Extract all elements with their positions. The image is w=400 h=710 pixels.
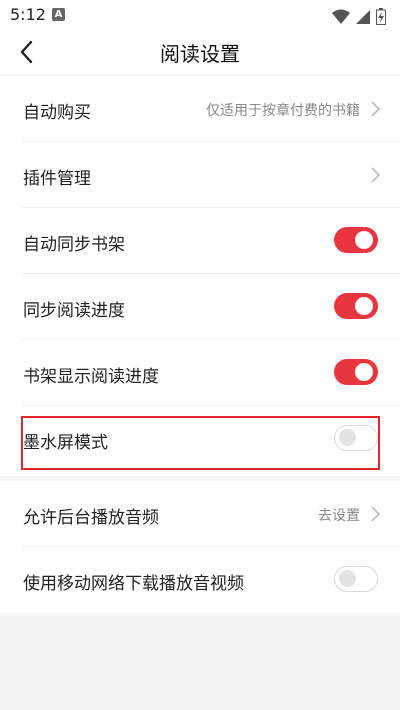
cellular-signal-icon (355, 9, 370, 24)
setting-row-plugin-management[interactable]: 插件管理 (0, 142, 400, 208)
auto-sync-bookshelf-toggle[interactable] (334, 227, 378, 253)
bookshelf-show-progress-toggle[interactable] (334, 359, 378, 385)
battery-icon (376, 8, 386, 25)
status-time: 5:12 (10, 5, 46, 24)
page-title: 阅读设置 (160, 42, 240, 66)
chevron-right-icon (371, 167, 381, 183)
setting-label: 插件管理 (23, 169, 91, 189)
setting-row-auto-purchase[interactable]: 自动购买 仅适用于按章付费的书籍 (0, 76, 400, 142)
highlight-box (21, 416, 380, 470)
wifi-icon (331, 9, 350, 24)
chevron-right-icon (371, 101, 381, 117)
setting-row-background-audio[interactable]: 允许后台播放音频 去设置 (0, 481, 400, 547)
header: 阅读设置 (0, 30, 400, 74)
setting-label: 自动同步书架 (23, 235, 125, 255)
toggle-knob (355, 363, 373, 381)
setting-label: 自动购买 (23, 103, 91, 123)
toggle-knob (355, 231, 373, 249)
setting-row-auto-sync-bookshelf: 自动同步书架 (0, 208, 400, 274)
status-bar: 5:12 A (0, 0, 400, 30)
settings-group-media: 允许后台播放音频 去设置 使用移动网络下载播放音视频 (0, 481, 400, 613)
chevron-right-icon (371, 506, 381, 522)
notification-a-icon: A (52, 8, 65, 21)
setting-row-bookshelf-show-progress: 书架显示阅读进度 (0, 340, 400, 406)
toggle-knob (355, 297, 373, 315)
setting-hint: 仅适用于按章付费的书籍 (206, 103, 360, 119)
mobile-data-media-toggle[interactable] (334, 566, 378, 592)
sync-reading-progress-toggle[interactable] (334, 293, 378, 319)
status-icons (331, 6, 386, 25)
setting-label: 允许后台播放音频 (23, 508, 159, 528)
setting-label: 书架显示阅读进度 (23, 367, 159, 387)
setting-label: 同步阅读进度 (23, 301, 125, 321)
toggle-knob (339, 570, 356, 587)
setting-row-sync-reading-progress: 同步阅读进度 (0, 274, 400, 340)
setting-label: 使用移动网络下载播放音视频 (23, 574, 244, 594)
setting-hint: 去设置 (318, 508, 360, 524)
setting-row-mobile-data-media: 使用移动网络下载播放音视频 (0, 547, 400, 613)
